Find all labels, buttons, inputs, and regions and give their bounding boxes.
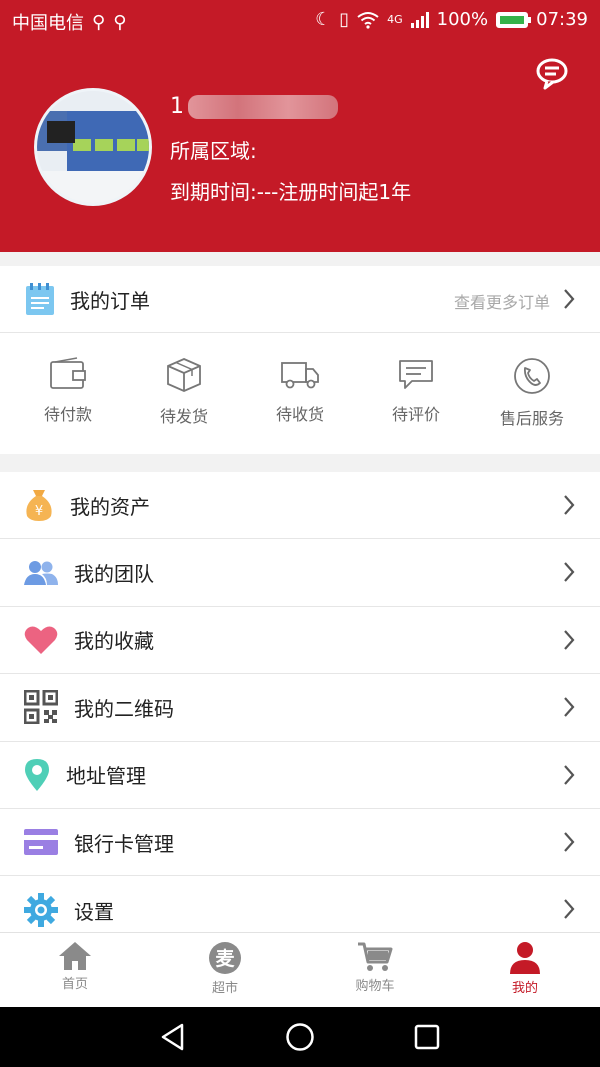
money-bag-icon: ¥	[26, 490, 52, 522]
menu-list: ¥ 我的资产 我的团队 我的收藏 我的二维码 地址管理 银行卡管理 设置	[0, 472, 600, 944]
chevron-right-icon	[564, 630, 575, 650]
order-status-row: 待付款 待发货 待收货 待评价 售后服务	[0, 333, 600, 429]
mai-icon: 麦	[209, 942, 241, 974]
package-icon	[167, 358, 201, 392]
recents-icon[interactable]	[414, 1024, 440, 1050]
user-id-prefix: 1	[170, 94, 184, 119]
expiry-label: 到期时间:---注册时间起1年	[170, 180, 412, 204]
system-navigation-bar	[0, 1007, 600, 1067]
order-after-sales[interactable]: 售后服务	[474, 357, 590, 429]
avatar-photo	[37, 91, 149, 203]
menu-item-address[interactable]: 地址管理	[0, 742, 600, 809]
notepad-icon	[26, 283, 54, 315]
qr-code-icon	[24, 690, 58, 725]
chevron-right-icon	[564, 562, 575, 583]
tab-label: 首页	[61, 977, 88, 992]
gear-icon	[24, 893, 58, 928]
order-pending-shipment[interactable]: 待发货	[126, 357, 242, 429]
usb-icon: ⚲	[92, 11, 106, 33]
phone-service-icon	[514, 358, 550, 394]
tab-mine[interactable]: 我的	[450, 933, 600, 1007]
order-item-label: 待评价	[391, 405, 440, 424]
menu-item-favorites[interactable]: 我的收藏	[0, 607, 600, 675]
status-bar: 中国电信 ⚲ ⚲ ☾ ▯ 4G 100% 07:39	[0, 0, 600, 40]
chevron-right-icon	[564, 495, 575, 515]
order-item-label: 待发货	[159, 407, 208, 426]
view-more-orders-link[interactable]: 查看更多订单	[454, 289, 550, 313]
order-pending-review[interactable]: 待评价	[358, 357, 474, 429]
menu-item-label: 银行卡管理	[74, 831, 174, 856]
battery-percent: 100%	[436, 9, 489, 30]
chevron-right-icon	[564, 832, 575, 852]
menu-item-label: 我的团队	[74, 562, 154, 587]
tab-label: 我的	[511, 981, 538, 996]
svg-text:麦: 麦	[215, 947, 235, 970]
chevron-right-icon	[564, 899, 575, 920]
user-id: 1	[170, 94, 338, 119]
order-item-label: 待收货	[275, 405, 324, 424]
orders-title: 我的订单	[70, 288, 150, 313]
wallet-icon	[50, 357, 86, 389]
carrier-label: 中国电信	[12, 13, 84, 34]
bank-card-icon	[24, 829, 58, 856]
order-item-label: 售后服务	[499, 409, 564, 428]
svg-text:¥: ¥	[35, 504, 43, 519]
heart-icon	[24, 626, 58, 654]
menu-item-label: 我的二维码	[74, 696, 174, 721]
battery-icon	[496, 11, 532, 28]
profile-header: 中国电信 ⚲ ⚲ ☾ ▯ 4G 100% 07:39 1 所属区域: 到期时间:…	[0, 0, 600, 252]
user-id-redacted	[188, 94, 338, 119]
menu-item-label: 设置	[74, 899, 114, 924]
bottom-tab-bar: 首页 麦 超市 购物车 我的	[0, 932, 600, 1007]
tab-home[interactable]: 首页	[0, 933, 150, 1007]
team-icon	[24, 560, 58, 585]
chevron-right-icon	[564, 764, 575, 785]
menu-item-assets[interactable]: ¥ 我的资产	[0, 472, 600, 540]
back-icon[interactable]	[160, 1023, 186, 1051]
home-icon	[59, 942, 91, 970]
comment-icon	[399, 360, 433, 389]
chevron-right-icon	[564, 697, 575, 717]
truck-icon	[281, 362, 319, 389]
home-circle-icon[interactable]	[285, 1022, 315, 1052]
menu-item-label: 我的资产	[70, 494, 150, 519]
order-item-label: 待付款	[43, 405, 92, 424]
wifi-icon	[357, 11, 379, 29]
order-pending-receipt[interactable]: 待收货	[242, 357, 358, 429]
region-label: 所属区域:	[170, 139, 257, 163]
orders-card: 我的订单 查看更多订单 待付款 待发货 待收货 待评价 售后服务	[0, 266, 600, 454]
user-icon	[510, 942, 540, 974]
avatar[interactable]	[34, 88, 152, 206]
vibrate-icon: ▯	[339, 9, 350, 30]
tab-cart[interactable]: 购物车	[300, 933, 450, 1007]
menu-item-label: 我的收藏	[74, 629, 154, 654]
location-icon	[25, 758, 49, 791]
menu-item-bank-card[interactable]: 银行卡管理	[0, 809, 600, 877]
usb-icon-2: ⚲	[113, 11, 127, 33]
cart-icon	[358, 942, 393, 971]
clock: 07:39	[536, 9, 588, 30]
network-label: 4G	[387, 13, 403, 26]
menu-item-team[interactable]: 我的团队	[0, 539, 600, 607]
tab-supermarket[interactable]: 麦 超市	[150, 933, 300, 1007]
menu-item-qr-code[interactable]: 我的二维码	[0, 674, 600, 742]
signal-icon	[410, 11, 429, 28]
message-icon[interactable]	[534, 55, 570, 91]
orders-header[interactable]: 我的订单 查看更多订单	[0, 266, 600, 333]
chevron-right-icon	[564, 289, 575, 309]
menu-item-label: 地址管理	[66, 764, 146, 789]
tab-label: 购物车	[355, 979, 395, 994]
order-pending-payment[interactable]: 待付款	[10, 357, 126, 429]
moon-icon: ☾	[315, 9, 332, 30]
tab-label: 超市	[211, 981, 238, 996]
